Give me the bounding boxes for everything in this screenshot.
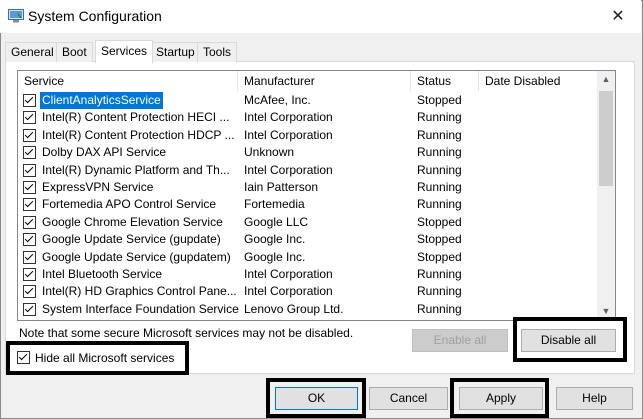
close-icon: ✕: [611, 8, 625, 25]
list-header: Service Manufacturer Status Date Disable…: [18, 71, 596, 91]
column-header-status[interactable]: Status: [411, 71, 479, 91]
column-header-service[interactable]: Service: [18, 71, 238, 91]
service-name: Google Update Service (gupdatem): [42, 249, 231, 264]
service-manufacturer: Intel Corporation: [244, 266, 333, 281]
service-name: System Interface Foundation Service: [42, 301, 239, 316]
service-row[interactable]: System Interface Foundation Service Lenov…: [18, 301, 596, 318]
service-row[interactable]: ClientAnalyticsService McAfee, Inc. Stoppe…: [18, 92, 596, 109]
close-button[interactable]: ✕: [595, 0, 641, 33]
scroll-thumb[interactable]: [599, 91, 613, 186]
service-manufacturer: Intel Corporation: [244, 162, 333, 177]
service-name: Google Chrome Elevation Service: [42, 214, 223, 229]
tab-services[interactable]: Services: [95, 40, 154, 63]
service-row[interactable]: ExpressVPN Service Iain Patterson Running: [18, 179, 596, 196]
service-row[interactable]: Dolby DAX API Service Unknown Running: [18, 144, 596, 161]
highlight-box-ok: [266, 378, 366, 418]
service-manufacturer: Google Inc.: [244, 249, 306, 264]
service-row[interactable]: Google Update Service (gupdate) Google In…: [18, 231, 596, 248]
service-checkbox[interactable]: [23, 163, 36, 177]
service-name: Google Update Service (gupdate): [42, 232, 221, 247]
service-checkbox[interactable]: [23, 128, 36, 142]
service-row[interactable]: Google Chrome Elevation Service Google LL…: [18, 214, 596, 231]
service-manufacturer: Iain Patterson: [244, 179, 319, 194]
service-manufacturer: Google Inc.: [244, 232, 306, 247]
service-status: Running: [417, 197, 462, 212]
system-config-icon: [8, 9, 24, 23]
highlight-box-disable-all: [513, 317, 627, 362]
service-row[interactable]: Intel(R) Content Protection HDCP ... Inte…: [18, 127, 596, 144]
tab-boot[interactable]: Boot: [56, 42, 93, 62]
service-status: Running: [417, 266, 462, 281]
tab-startup[interactable]: Startup: [150, 42, 201, 62]
vertical-scrollbar[interactable]: ▲ ▼: [597, 71, 615, 320]
service-status: Stopped: [417, 214, 462, 229]
column-header-date-disabled[interactable]: Date Disabled: [479, 71, 596, 91]
service-manufacturer: Lenovo Group Ltd.: [244, 301, 344, 316]
service-manufacturer: Google LLC: [244, 214, 309, 229]
service-checkbox[interactable]: [23, 94, 36, 107]
service-row[interactable]: Fortemedia APO Control Service Fortemedia…: [18, 196, 596, 213]
service-row[interactable]: Intel Bluetooth Service Intel Corporation…: [18, 266, 596, 283]
title-bar: System Configuration ✕: [0, 0, 641, 33]
service-status: Running: [417, 284, 462, 299]
service-status: Running: [417, 162, 462, 177]
service-checkbox[interactable]: [23, 233, 36, 247]
service-manufacturer: Intel Corporation: [244, 110, 333, 125]
secure-services-note: Note that some secure Microsoft services…: [19, 326, 354, 340]
service-manufacturer: Intel Corporation: [244, 127, 333, 142]
service-checkbox[interactable]: [23, 267, 36, 281]
service-checkbox[interactable]: [23, 111, 36, 125]
service-manufacturer: Fortemedia: [244, 197, 305, 212]
column-header-manufacturer[interactable]: Manufacturer: [238, 71, 411, 91]
service-name: Intel(R) Content Protection HECI ...: [42, 110, 230, 125]
service-manufacturer: Intel Corporation: [244, 284, 333, 299]
tab-general[interactable]: General: [5, 42, 60, 62]
service-rows: ClientAnalyticsService McAfee, Inc. Stoppe…: [18, 92, 596, 318]
service-manufacturer: Unknown: [244, 145, 295, 160]
service-row[interactable]: Intel(R) Dynamic Platform and Th... Intel…: [18, 162, 596, 179]
service-status: Stopped: [417, 93, 462, 107]
service-checkbox[interactable]: [23, 302, 36, 316]
service-checkbox[interactable]: [23, 215, 36, 229]
service-status: Running: [417, 127, 462, 142]
service-status: Stopped: [417, 249, 462, 264]
tab-tools[interactable]: Tools: [197, 42, 238, 62]
service-status: Running: [417, 179, 462, 194]
service-checkbox[interactable]: [23, 180, 36, 194]
service-row[interactable]: Intel(R) HD Graphics Control Pane... Inte…: [18, 283, 596, 300]
services-list[interactable]: Service Manufacturer Status Date Disable…: [17, 70, 616, 321]
service-status: Running: [417, 301, 462, 316]
scroll-up-icon[interactable]: ▲: [597, 71, 615, 88]
service-name: Intel(R) Dynamic Platform and Th...: [42, 162, 230, 177]
service-checkbox[interactable]: [23, 285, 36, 299]
service-row[interactable]: Google Update Service (gupdatem) Google I…: [18, 249, 596, 266]
service-checkbox[interactable]: [23, 146, 36, 160]
service-checkbox[interactable]: [23, 250, 36, 264]
service-status: Stopped: [417, 232, 462, 247]
window-title: System Configuration: [28, 8, 162, 24]
service-name: Dolby DAX API Service: [42, 145, 167, 160]
help-button[interactable]: Help: [556, 387, 633, 410]
service-manufacturer: McAfee, Inc.: [244, 93, 311, 107]
highlight-box-hide-ms: [6, 341, 189, 375]
service-name: ClientAnalyticsService: [40, 92, 163, 109]
service-name: Intel(R) HD Graphics Control Pane...: [42, 284, 237, 299]
service-status: Running: [417, 110, 462, 125]
service-row[interactable]: Intel(R) Content Protection HECI ... Inte…: [18, 109, 596, 126]
enable-all-button[interactable]: Enable all: [412, 329, 508, 352]
cancel-button[interactable]: Cancel: [369, 387, 448, 410]
service-checkbox[interactable]: [23, 198, 36, 212]
service-status: Running: [417, 145, 462, 160]
service-name: Intel Bluetooth Service: [42, 266, 163, 281]
service-name: Intel(R) Content Protection HDCP ...: [42, 127, 235, 142]
service-name: ExpressVPN Service: [42, 179, 154, 194]
service-name: Fortemedia APO Control Service: [42, 197, 217, 212]
highlight-box-apply: [450, 378, 549, 418]
